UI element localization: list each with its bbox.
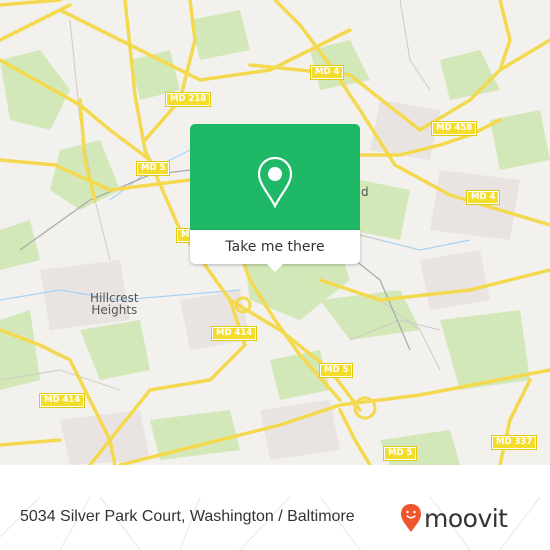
take-me-there-button[interactable]: Take me there <box>190 230 360 264</box>
place-label-line: Heights <box>91 303 138 317</box>
moovit-pin-icon <box>401 504 421 532</box>
place-label-hillcrest-heights: Hillcrest Heights <box>90 292 139 316</box>
road-shield-md5: MD 5 <box>382 446 418 461</box>
road-shield-md414: MD 414 <box>38 393 86 408</box>
road-shield-md337: MD 337 <box>490 435 538 450</box>
moovit-logo[interactable]: moovit <box>400 503 508 533</box>
road-shield-md4: MD 4 <box>309 65 345 80</box>
map-view[interactable]: MD 4 MD 218 MD 458 MD 5 MD 4 MD 414 MD 5… <box>0 0 550 465</box>
brand-wordmark: moovit <box>424 503 508 533</box>
map-pin-icon <box>257 156 293 208</box>
popup-header <box>190 124 360 230</box>
road-shield-md414: MD 414 <box>210 326 258 341</box>
road-shield-md5: MD 5 <box>318 363 354 378</box>
footer-bar: 5034 Silver Park Court, Washington / Bal… <box>0 497 550 550</box>
address-text: 5034 Silver Park Court, Washington / Bal… <box>20 508 355 525</box>
road-shield-md5: MD 5 <box>135 161 171 176</box>
place-label-partial: d <box>361 185 369 199</box>
road-shield-md4: MD 4 <box>465 190 501 205</box>
road-shield-md458: MD 458 <box>430 121 478 136</box>
location-popup: Take me there <box>190 124 360 272</box>
road-shield-md218: MD 218 <box>164 92 212 107</box>
popup-pointer <box>266 263 284 272</box>
